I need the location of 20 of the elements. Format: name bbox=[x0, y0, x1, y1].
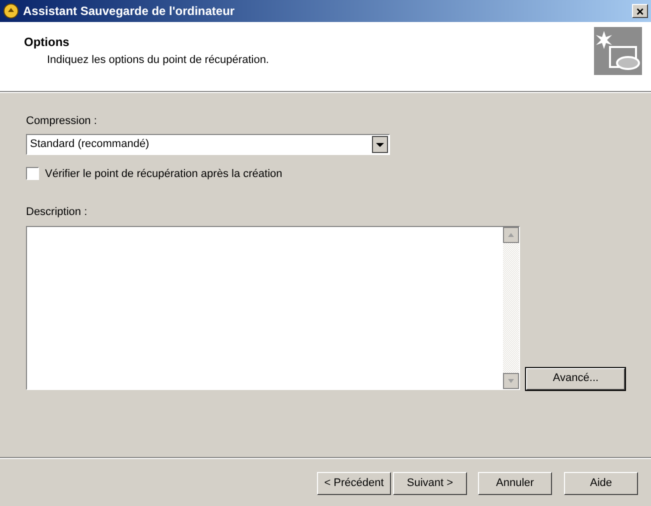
app-icon bbox=[3, 3, 19, 19]
page-subtitle: Indiquez les options du point de récupération. bbox=[47, 53, 269, 68]
page-title: Options bbox=[24, 34, 70, 51]
scroll-down-icon[interactable] bbox=[503, 372, 520, 388]
wizard-button[interactable]: Aide bbox=[564, 472, 638, 495]
wizard-button[interactable]: < Précédent bbox=[317, 472, 391, 495]
advanced-button[interactable]: Avancé... bbox=[526, 368, 625, 390]
compression-label: Compression : bbox=[26, 114, 98, 129]
wizard-button[interactable]: Suivant > bbox=[393, 472, 467, 495]
wizard-button[interactable]: Annuler bbox=[478, 472, 552, 495]
description-label: Description : bbox=[26, 205, 88, 220]
scroll-up-icon[interactable] bbox=[503, 226, 520, 242]
description-field[interactable] bbox=[26, 226, 520, 390]
verify-checkbox[interactable] bbox=[26, 167, 39, 180]
close-button[interactable]: × bbox=[632, 4, 648, 18]
scrollbar[interactable] bbox=[503, 226, 520, 388]
verify-label: Vérifier le point de récupération après la création bbox=[45, 166, 282, 182]
window-title: Assistant Sauvegarde de l'ordinateur bbox=[23, 3, 235, 20]
compression-dropdown[interactable]: Standard (recommandé) bbox=[26, 134, 390, 154]
backup-icon bbox=[594, 27, 642, 75]
